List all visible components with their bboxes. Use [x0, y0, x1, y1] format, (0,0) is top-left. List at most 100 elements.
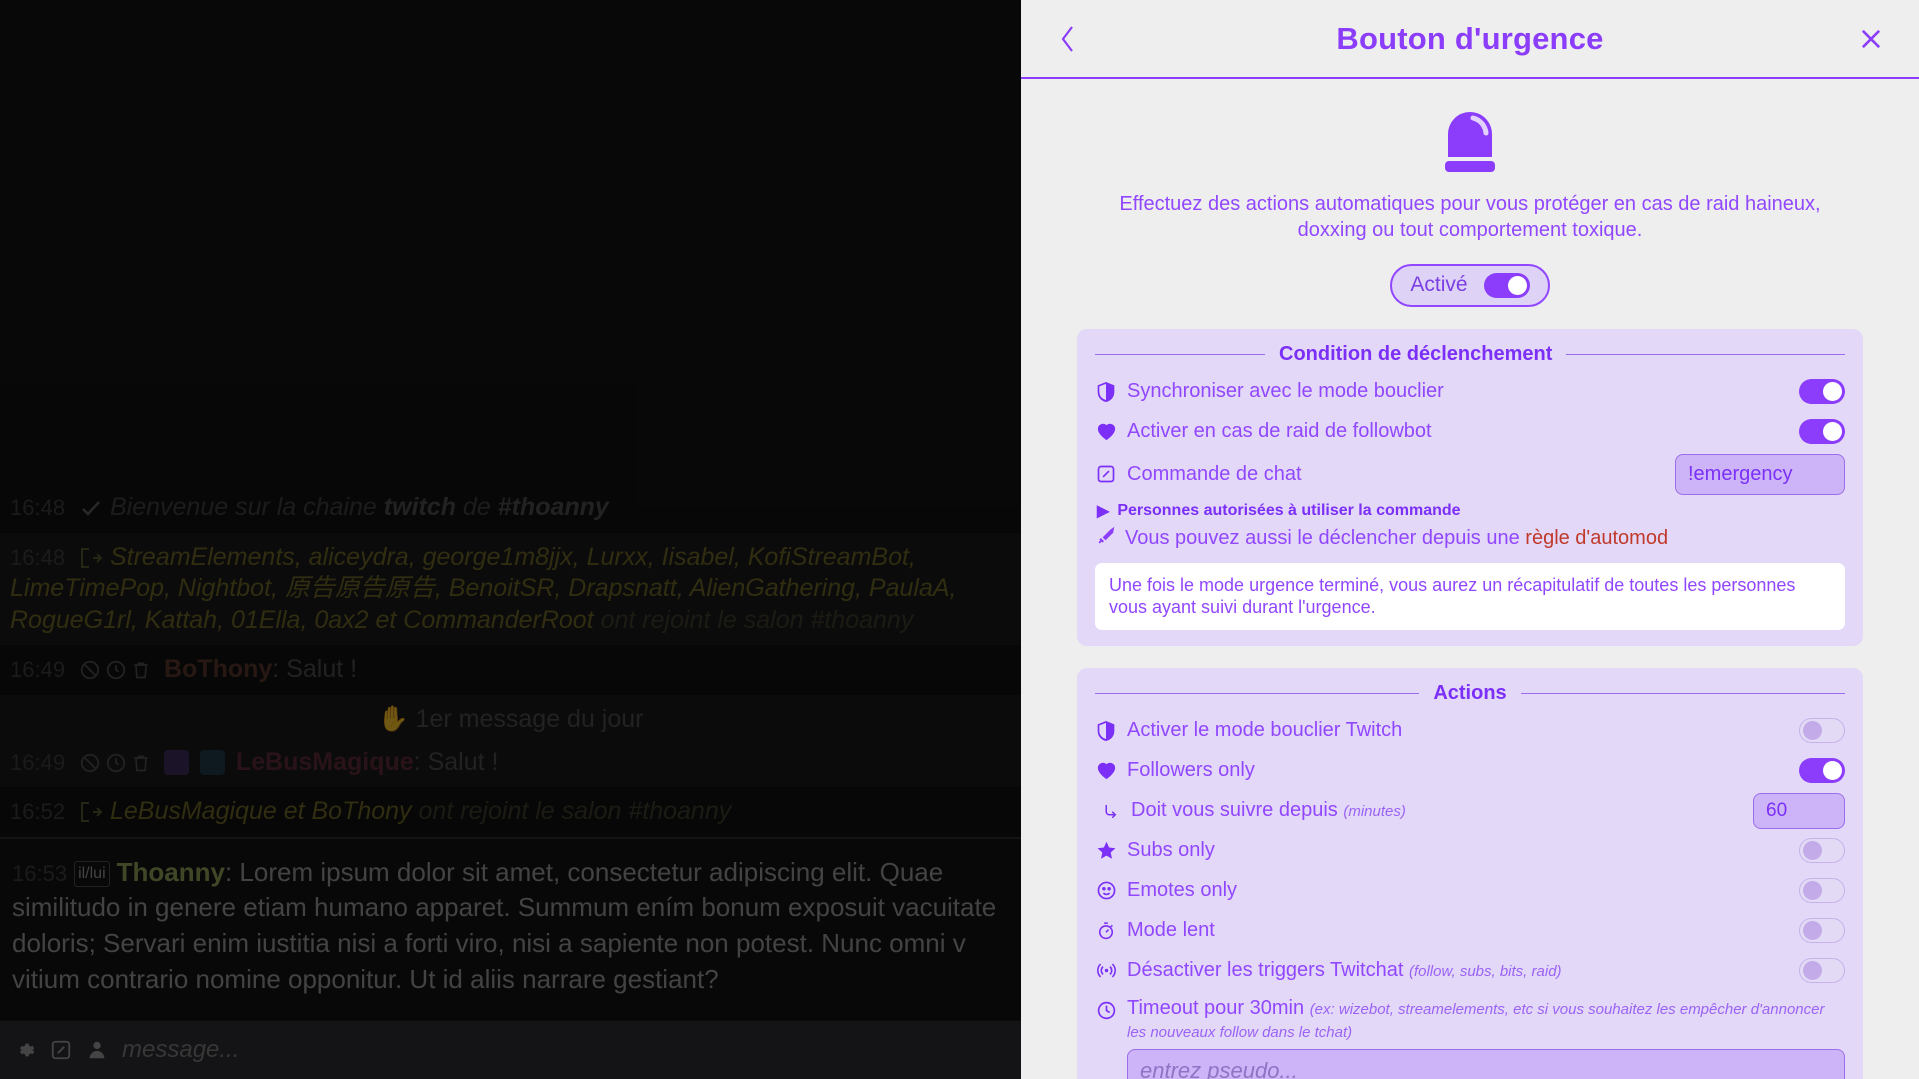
chat-message-welcome: 16:48 Bienvenue sur la chaine twitch de …	[0, 483, 1021, 533]
message-text: Bienvenue sur la chaine twitch de #thoan…	[109, 493, 609, 521]
action-label: Désactiver les triggers Twitchat (follow…	[1127, 959, 1562, 982]
timeout-clock-icon	[106, 753, 126, 772]
message-author[interactable]: Thoanny	[117, 857, 225, 887]
first-message-banner: ✋ 1er message du jour	[0, 694, 1021, 738]
clock-icon	[1095, 1000, 1117, 1022]
follow-duration-input[interactable]	[1753, 792, 1845, 829]
chat-message-row: 16:49 LeBusMagique: Salut !	[0, 737, 1021, 787]
gear-icon[interactable]	[14, 1039, 36, 1061]
action-followers-only[interactable]: Followers only	[1095, 751, 1845, 791]
divider-left	[1095, 353, 1265, 355]
close-icon	[1861, 29, 1881, 48]
action-switch[interactable]	[1799, 918, 1845, 944]
chevron-left-icon	[1061, 25, 1073, 52]
action-twitch-shield-mode[interactable]: Activer le mode bouclier Twitch	[1095, 711, 1845, 751]
user-icon[interactable]	[86, 1039, 108, 1061]
join-icon	[79, 797, 110, 825]
shield-icon	[1095, 720, 1117, 742]
heart-icon	[1095, 421, 1117, 443]
action-switch[interactable]	[1799, 878, 1845, 904]
timeout-username-input[interactable]	[1127, 1048, 1845, 1079]
action-emotes-only[interactable]: Emotes only	[1095, 871, 1845, 911]
sword-icon	[1095, 525, 1117, 547]
option-label: Commande de chat	[1127, 462, 1302, 485]
enabled-row: Activé	[1077, 263, 1863, 307]
command-box-icon[interactable]	[50, 1039, 72, 1061]
chat-panel: 16:48 Bienvenue sur la chaine twitch de …	[0, 0, 1021, 1079]
automod-hint-text: Vous pouvez aussi le déclencher depuis u…	[1125, 526, 1669, 549]
first-message-label: 1er message du jour	[415, 704, 644, 733]
chat-command-input[interactable]	[1675, 453, 1845, 495]
page-title: Bouton d'urgence	[1336, 20, 1604, 56]
chat-message-list: 16:48 Bienvenue sur la chaine twitch de …	[0, 483, 1021, 1020]
authorized-users-expander[interactable]: ▶ Personnes autorisées à utiliser la com…	[1097, 501, 1845, 521]
badge-camera-icon	[199, 749, 225, 775]
action-label: Subs only	[1127, 839, 1215, 862]
panel-header: Bouton d'urgence	[1021, 0, 1919, 79]
trash-icon	[134, 662, 148, 679]
message-timestamp: 16:53	[12, 860, 68, 886]
enable-emergency-toggle[interactable]: Activé	[1390, 263, 1550, 307]
smiley-icon	[1095, 880, 1117, 902]
command-box-icon	[1095, 463, 1117, 485]
emergency-recap-note: Une fois le mode urgence terminé, vous a…	[1095, 562, 1845, 630]
message-text: Salut !	[427, 747, 499, 776]
action-switch[interactable]	[1799, 758, 1845, 784]
action-label: Mode lent	[1127, 919, 1215, 942]
message-timestamp: 16:48	[10, 495, 66, 520]
action-label: Doit vous suivre depuis (minutes)	[1131, 799, 1406, 822]
trigger-condition-card: Condition de déclenchement Synchroniser …	[1077, 328, 1863, 646]
triangle-right-icon: ▶	[1097, 502, 1110, 520]
option-followbot-raid[interactable]: Activer en cas de raid de followbot	[1095, 412, 1845, 452]
join-icon	[79, 543, 110, 571]
broadcast-icon	[1095, 960, 1117, 982]
chat-message-join: 16:52 LeBusMagique et BoThony ont rejoin…	[0, 787, 1021, 837]
close-button[interactable]	[1855, 23, 1887, 55]
message-timestamp: 16:49	[10, 749, 66, 775]
action-slow-mode[interactable]: Mode lent	[1095, 911, 1845, 951]
actions-section-title: Actions	[1433, 681, 1507, 704]
trigger-section-header: Condition de déclenchement	[1095, 343, 1845, 366]
option-switch[interactable]	[1799, 419, 1845, 445]
chat-message-input[interactable]: message...	[122, 1036, 1007, 1064]
message-author[interactable]: LeBusMagique	[236, 748, 414, 776]
chat-message-row: 16:49 BoThony: Salut !	[10, 655, 358, 683]
action-label: Followers only	[1127, 759, 1255, 782]
back-button[interactable]	[1051, 22, 1085, 56]
message-timestamp: 16:48	[10, 544, 66, 570]
action-switch[interactable]	[1799, 718, 1845, 744]
chat-message-highlighted: 16:53 il/lui Thoanny: Lorem ipsum dolor si…	[0, 836, 1021, 1018]
action-note: (follow, subs, bits, raid)	[1408, 963, 1562, 981]
hand-icon: ✋	[377, 704, 409, 733]
actions-card: Actions Activer le mode bouclier Twitch …	[1077, 667, 1863, 1079]
message-author[interactable]: BoThony	[164, 655, 272, 683]
mod-action-icons[interactable]	[79, 752, 151, 774]
divider-right	[1566, 353, 1845, 355]
action-label: Emotes only	[1127, 879, 1238, 902]
siren-alarm-icon	[1077, 101, 1863, 179]
option-label: Activer en cas de raid de followbot	[1127, 420, 1432, 443]
ban-icon	[80, 753, 100, 772]
timeout-clock-icon	[106, 660, 126, 680]
badge-pin-icon	[163, 749, 189, 775]
action-subs-only[interactable]: Subs only	[1095, 831, 1845, 871]
automod-rule-link[interactable]: règle d'automod	[1525, 527, 1668, 549]
emergency-settings-panel: Bouton d'urgence Effectuez des actions a…	[1021, 0, 1919, 1079]
action-follow-duration[interactable]: Doit vous suivre depuis (minutes)	[1095, 791, 1845, 831]
action-switch[interactable]	[1799, 958, 1845, 984]
star-icon	[1095, 840, 1117, 862]
mod-action-icons[interactable]	[79, 659, 151, 681]
enable-emergency-switch[interactable]	[1483, 272, 1530, 298]
action-switch[interactable]	[1799, 838, 1845, 864]
chat-input-bar: message...	[0, 1020, 1021, 1079]
action-note: (minutes)	[1343, 803, 1406, 821]
arrow-turn-icon	[1099, 800, 1121, 822]
automod-hint-row: Vous pouvez aussi le déclencher depuis u…	[1095, 525, 1845, 551]
action-disable-triggers[interactable]: Désactiver les triggers Twitchat (follow…	[1095, 951, 1845, 991]
join-names: LeBusMagique et BoThony	[109, 797, 412, 825]
panel-body: Effectuez des actions automatiques pour …	[1021, 79, 1919, 1079]
option-switch[interactable]	[1799, 379, 1845, 405]
shield-icon	[1095, 381, 1117, 403]
option-chat-command[interactable]: Commande de chat	[1095, 452, 1845, 497]
option-sync-shield-mode[interactable]: Synchroniser avec le mode bouclier	[1095, 372, 1845, 412]
